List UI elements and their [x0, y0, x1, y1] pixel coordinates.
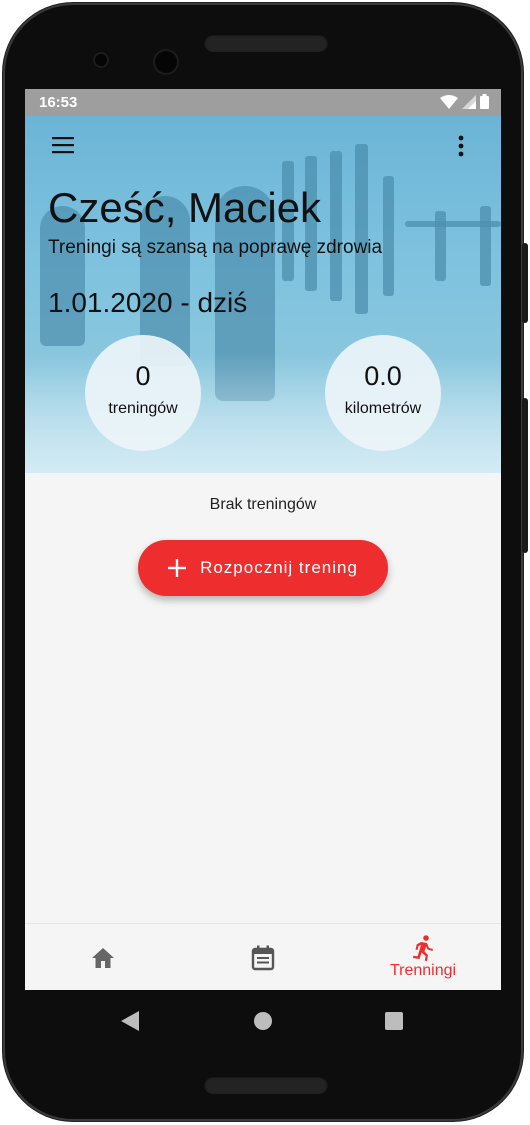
- front-camera: [153, 49, 179, 75]
- start-training-button[interactable]: Rozpocznij trening: [138, 540, 388, 596]
- home-icon: [92, 947, 114, 968]
- pier-rail: [405, 221, 501, 227]
- nav-calendar[interactable]: [225, 924, 301, 990]
- stat-trainings-value: 0: [135, 361, 151, 391]
- signal-icon: [462, 94, 476, 109]
- hero-banner: Cześć, Maciek Treningi są szansą na popr…: [25, 116, 501, 473]
- status-time: 16:53: [39, 94, 78, 111]
- start-training-label: Rozpocznij trening: [200, 558, 358, 577]
- date-range[interactable]: 1.01.2020 - dziś: [48, 287, 247, 319]
- stat-kilometers: 0.0 kilometrów: [325, 335, 441, 451]
- stat-trainings: 0 treningów: [85, 335, 201, 451]
- empty-state-text: Brak treningów: [209, 496, 317, 513]
- sensor: [93, 52, 109, 68]
- greeting-title: Cześć, Maciek: [48, 184, 322, 231]
- volume-button: [522, 398, 528, 553]
- nav-home[interactable]: [65, 924, 141, 990]
- bottom-navigation: Trenningi: [25, 923, 501, 990]
- bottom-speaker: [204, 1076, 328, 1094]
- status-bar: 16:53: [25, 89, 501, 116]
- wifi-icon: [440, 94, 458, 109]
- running-icon: [413, 935, 433, 961]
- nav-trainings-label: Trenningi: [389, 962, 457, 979]
- greeting-subtitle: Treningi są szansą na poprawę zdrowia: [48, 237, 383, 258]
- more-vert-icon[interactable]: [456, 135, 466, 157]
- hamburger-menu-icon[interactable]: [52, 136, 76, 154]
- back-icon[interactable]: [120, 1010, 140, 1032]
- calendar-icon: [251, 945, 275, 970]
- nav-trainings[interactable]: Trenningi: [375, 924, 471, 990]
- system-navigation-bar: [25, 990, 501, 1050]
- earpiece-speaker: [204, 34, 328, 52]
- stat-trainings-label: treningów: [108, 400, 178, 417]
- plus-icon: [168, 559, 187, 577]
- stat-kilometers-value: 0.0: [364, 361, 402, 391]
- battery-icon: [480, 94, 489, 109]
- pier-post: [383, 176, 394, 296]
- home-circle-icon[interactable]: [253, 1011, 273, 1031]
- recents-icon[interactable]: [384, 1011, 404, 1031]
- stat-kilometers-label: kilometrów: [344, 400, 422, 417]
- pier-post: [480, 206, 491, 286]
- app-screen: 16:53 Cześć, Maciek Treningi są szansą n…: [25, 89, 501, 990]
- pier-post: [330, 151, 342, 301]
- power-button: [522, 243, 528, 323]
- pier-post: [355, 144, 368, 314]
